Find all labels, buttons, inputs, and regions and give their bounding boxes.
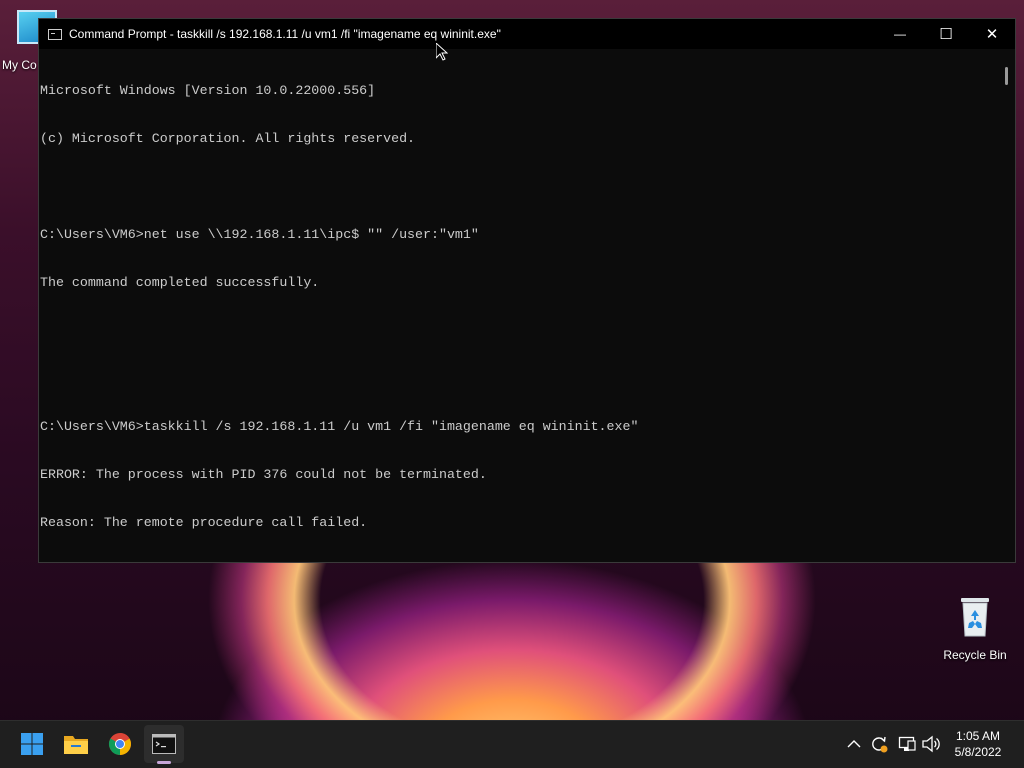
command-prompt-window[interactable]: Command Prompt - taskkill /s 192.168.1.1… xyxy=(38,18,1016,563)
desktop-icon-recycle-bin[interactable]: Recycle Bin xyxy=(940,596,1010,662)
volume-icon xyxy=(922,735,940,753)
console-line: (c) Microsoft Corporation. All rights re… xyxy=(40,131,416,146)
desktop-icon-label: My Co xyxy=(2,58,37,72)
maximize-icon: ☐ xyxy=(939,26,953,43)
maximize-button[interactable]: ☐ xyxy=(923,19,969,49)
start-button[interactable] xyxy=(12,721,52,767)
tray-network[interactable] xyxy=(896,721,918,767)
recycle-bin-icon xyxy=(958,596,992,638)
desktop-icon-label: Recycle Bin xyxy=(943,648,1007,662)
taskbar-command-prompt[interactable] xyxy=(144,725,184,764)
taskbar: 1:05 AM 5/8/2022 xyxy=(0,720,1024,768)
clock-time: 1:05 AM xyxy=(955,729,1001,743)
clock-date: 5/8/2022 xyxy=(954,745,1002,759)
chrome-icon xyxy=(109,733,131,755)
close-icon: ✕ xyxy=(985,26,999,43)
minimize-icon: — xyxy=(894,27,906,41)
close-button[interactable]: ✕ xyxy=(969,19,1015,49)
taskbar-chrome[interactable] xyxy=(100,721,140,767)
tray-sync[interactable] xyxy=(868,721,890,767)
active-indicator xyxy=(157,761,171,764)
window-titlebar[interactable]: Command Prompt - taskkill /s 192.168.1.1… xyxy=(39,19,1015,49)
file-explorer-icon xyxy=(64,736,88,754)
tray-volume[interactable] xyxy=(920,721,942,767)
minimize-button[interactable]: — xyxy=(877,19,923,49)
show-hidden-icons-button[interactable] xyxy=(844,721,864,767)
console-line: Reason: The remote procedure call failed… xyxy=(40,515,368,530)
scrollbar-thumb[interactable] xyxy=(1005,67,1008,85)
console-line: C:\Users\VM6>taskkill /s 192.168.1.11 /u… xyxy=(40,419,639,434)
console-line: The command completed successfully. xyxy=(40,275,320,290)
console-line: C:\Users\VM6>net use \\192.168.1.11\ipc$… xyxy=(40,227,479,242)
chevron-up-icon xyxy=(847,740,861,748)
start-icon xyxy=(21,733,43,755)
command-prompt-icon xyxy=(48,28,62,40)
console-line: ERROR: The process with PID 376 could no… xyxy=(40,467,487,482)
command-prompt-icon xyxy=(152,734,176,754)
console-scrollbar[interactable] xyxy=(999,49,1015,562)
console-line: Microsoft Windows [Version 10.0.22000.55… xyxy=(40,83,376,98)
sync-icon xyxy=(872,736,888,753)
taskbar-clock[interactable]: 1:05 AM 5/8/2022 xyxy=(948,728,1008,760)
window-title: Command Prompt - taskkill /s 192.168.1.1… xyxy=(69,27,501,41)
network-icon xyxy=(898,736,916,751)
taskbar-file-explorer[interactable] xyxy=(56,721,96,767)
console-output[interactable]: Microsoft Windows [Version 10.0.22000.55… xyxy=(39,49,999,562)
